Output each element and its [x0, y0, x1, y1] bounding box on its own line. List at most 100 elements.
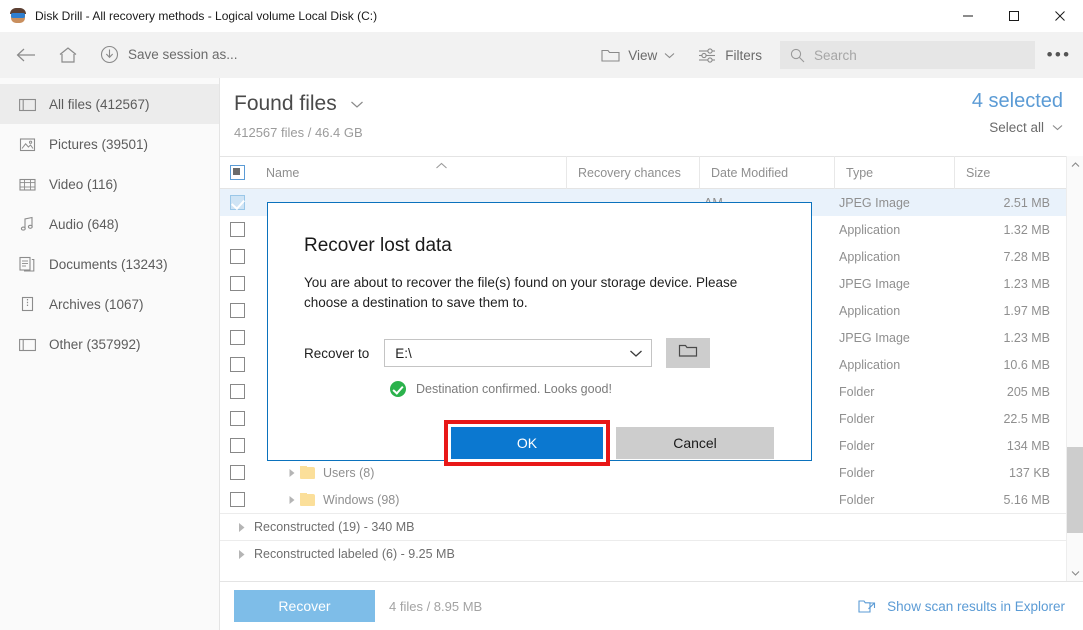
column-header-date-modified[interactable]: Date Modified — [699, 156, 834, 189]
search-input[interactable]: Search — [780, 41, 1035, 69]
expand-triangle-icon[interactable] — [284, 468, 300, 478]
column-header-name[interactable]: Name — [255, 156, 566, 189]
ok-button-highlight: OK — [444, 420, 610, 466]
checkbox-unchecked-icon — [230, 438, 245, 453]
sidebar-item-label: Other (357992) — [49, 336, 141, 352]
table-group-rows: Reconstructed (19) - 340 MB Reconstructed… — [220, 513, 1083, 567]
row-checkbox[interactable] — [220, 276, 255, 291]
table-group-row[interactable]: Reconstructed (19) - 340 MB — [220, 513, 1083, 540]
checkbox-unchecked-icon — [230, 222, 245, 237]
cell-size: 5.16 MB — [1003, 492, 1050, 507]
row-checkbox[interactable] — [220, 357, 255, 372]
back-arrow-icon[interactable] — [4, 46, 48, 64]
folder-icon — [678, 342, 698, 364]
cell-size: 2.51 MB — [1003, 195, 1050, 210]
recover-button[interactable]: Recover — [234, 590, 375, 622]
found-files-title-group[interactable]: Found files — [234, 92, 1083, 116]
cell-type: Folder — [839, 438, 875, 453]
table-row[interactable]: Windows (98) Folder 5.16 MB — [220, 486, 1083, 513]
row-checkbox[interactable] — [220, 330, 255, 345]
sidebar-item-label: Video (116) — [49, 176, 118, 192]
row-checkbox[interactable] — [220, 438, 255, 453]
row-checkbox[interactable] — [220, 492, 255, 507]
column-header-size[interactable]: Size — [954, 156, 1066, 189]
cell-size: 205 MB — [1006, 384, 1050, 399]
sidebar-item-other[interactable]: Other (357992) — [0, 324, 219, 364]
found-files-header: Found files 412567 files / 46.4 GB 4 sel… — [220, 78, 1083, 156]
close-icon[interactable] — [1037, 0, 1083, 32]
cell-type: Folder — [839, 465, 875, 480]
row-checkbox[interactable] — [220, 222, 255, 237]
table-header-row: Name Recovery chances Date Modified Type… — [220, 156, 1083, 189]
app-icon — [10, 8, 26, 24]
scrollbar-thumb[interactable] — [1067, 447, 1083, 533]
expand-triangle-icon[interactable] — [228, 522, 254, 533]
group-label: Reconstructed labeled (6) - 9.25 MB — [254, 547, 455, 561]
minimize-icon[interactable] — [945, 0, 991, 32]
filters-button[interactable]: Filters — [697, 46, 762, 64]
chevron-down-icon — [629, 349, 643, 358]
row-checkbox[interactable] — [220, 195, 255, 210]
sidebar: All files (412567) Pictures (39501) Vide… — [0, 78, 220, 630]
files-icon — [18, 95, 36, 113]
row-checkbox[interactable] — [220, 465, 255, 480]
sidebar-item-all-files[interactable]: All files (412567) — [0, 84, 219, 124]
select-all-button[interactable]: Select all — [972, 120, 1063, 135]
row-checkbox[interactable] — [220, 384, 255, 399]
sidebar-item-pictures[interactable]: Pictures (39501) — [0, 124, 219, 164]
destination-select[interactable]: E:\ — [384, 339, 653, 367]
scroll-up-icon[interactable] — [1067, 156, 1083, 173]
select-all-checkbox[interactable] — [220, 165, 255, 180]
row-checkbox[interactable] — [220, 249, 255, 264]
sidebar-item-video[interactable]: Video (116) — [0, 164, 219, 204]
more-options-button[interactable]: ••• — [1035, 32, 1083, 78]
sliders-icon — [697, 46, 717, 64]
maximize-icon[interactable] — [991, 0, 1037, 32]
save-session-label: Save session as... — [128, 47, 238, 62]
cell-size: 137 KB — [1008, 465, 1050, 480]
sidebar-item-label: Audio (648) — [49, 216, 119, 232]
cell-type: Folder — [839, 492, 875, 507]
sidebar-item-audio[interactable]: Audio (648) — [0, 204, 219, 244]
row-checkbox[interactable] — [220, 303, 255, 318]
column-header-type[interactable]: Type — [834, 156, 954, 189]
window-controls — [945, 0, 1083, 32]
download-circle-icon — [100, 45, 119, 64]
sidebar-item-documents[interactable]: Documents (13243) — [0, 244, 219, 284]
cell-size: 1.32 MB — [1003, 222, 1050, 237]
browse-folder-button[interactable] — [666, 338, 711, 368]
chevron-down-icon — [350, 100, 364, 109]
other-files-icon — [18, 335, 36, 353]
scroll-down-icon[interactable] — [1067, 564, 1083, 581]
folder-icon — [300, 465, 315, 479]
checkbox-checked-icon — [230, 195, 245, 210]
checkbox-unchecked-icon — [230, 384, 245, 399]
column-label: Date Modified — [711, 165, 789, 180]
column-header-recovery-chances[interactable]: Recovery chances — [566, 156, 699, 189]
cancel-button[interactable]: Cancel — [616, 427, 774, 459]
cell-size: 1.97 MB — [1003, 303, 1050, 318]
home-icon[interactable] — [48, 46, 88, 64]
open-external-icon — [858, 598, 876, 614]
footer-summary: 4 files / 8.95 MB — [389, 598, 483, 614]
checkbox-unchecked-icon — [230, 303, 245, 318]
ok-button[interactable]: OK — [451, 427, 603, 459]
column-label: Size — [966, 165, 991, 180]
cell-name: Users (8) — [255, 465, 566, 480]
table-group-row[interactable]: Reconstructed labeled (6) - 9.25 MB — [220, 540, 1083, 567]
checkbox-unchecked-icon — [230, 411, 245, 426]
expand-triangle-icon[interactable] — [284, 495, 300, 505]
selected-count: 4 selected — [971, 90, 1063, 112]
save-session-button[interactable]: Save session as... — [100, 45, 238, 64]
sidebar-item-archives[interactable]: Archives (1067) — [0, 284, 219, 324]
expand-triangle-icon[interactable] — [228, 549, 254, 560]
folder-icon — [601, 47, 620, 63]
sort-ascending-icon — [435, 159, 448, 173]
checkbox-unchecked-icon — [230, 330, 245, 345]
row-checkbox[interactable] — [220, 411, 255, 426]
show-in-explorer-link[interactable]: Show scan results in Explorer — [858, 598, 1065, 614]
vertical-scrollbar[interactable] — [1066, 156, 1083, 581]
view-button[interactable]: View — [601, 47, 675, 63]
cell-type: Folder — [839, 411, 875, 426]
destination-label: Recover to — [304, 345, 370, 361]
